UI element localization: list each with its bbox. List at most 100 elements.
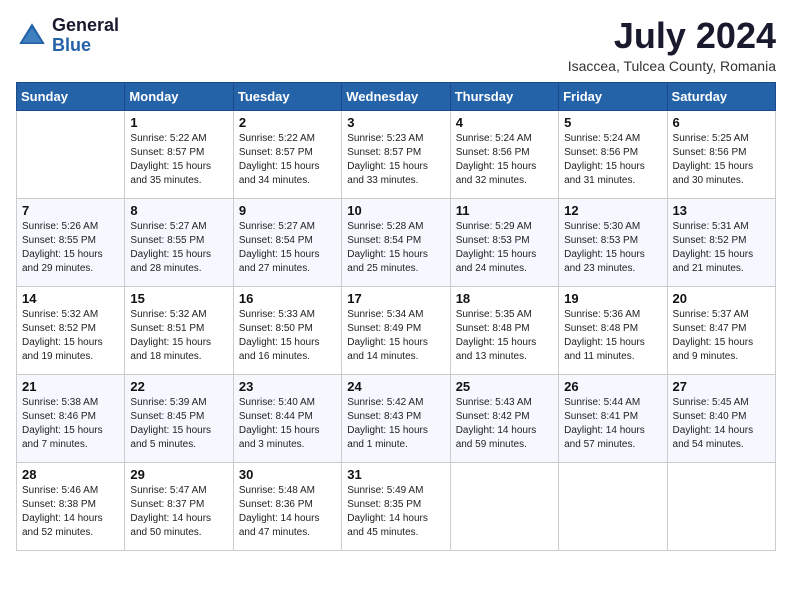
day-info: Sunrise: 5:32 AM Sunset: 8:51 PM Dayligh… (130, 308, 227, 364)
day-info: Sunrise: 5:45 AM Sunset: 8:40 PM Dayligh… (673, 396, 770, 452)
calendar-cell: 12 Sunrise: 5:30 AM Sunset: 8:53 PM Dayli… (559, 198, 667, 286)
day-number: 31 (347, 467, 444, 482)
day-number: 12 (564, 203, 661, 218)
day-info: Sunrise: 5:22 AM Sunset: 8:57 PM Dayligh… (239, 132, 336, 188)
logo-icon (16, 20, 48, 52)
calendar-cell: 29Sunrise: 5:47 AM Sunset: 8:37 PM Dayli… (125, 462, 233, 550)
day-info: Sunrise: 5:26 AM Sunset: 8:55 PM Dayligh… (22, 220, 119, 276)
day-info: Sunrise: 5:22 AM Sunset: 8:57 PM Dayligh… (130, 132, 227, 188)
logo: General Blue (16, 16, 119, 56)
calendar-cell (559, 462, 667, 550)
day-info: Sunrise: 5:28 AM Sunset: 8:54 PM Dayligh… (347, 220, 444, 276)
day-number: 24 (347, 379, 444, 394)
day-info: Sunrise: 5:25 AM Sunset: 8:56 PM Dayligh… (673, 132, 770, 188)
day-number: 18 (456, 291, 553, 306)
calendar-cell: 9 Sunrise: 5:27 AM Sunset: 8:54 PM Daylig… (233, 198, 341, 286)
calendar-header-row: SundayMondayTuesdayWednesdayThursdayFrid… (17, 82, 776, 110)
calendar-cell (17, 110, 125, 198)
day-number: 23 (239, 379, 336, 394)
calendar-cell: 7 Sunrise: 5:26 AM Sunset: 8:55 PM Daylig… (17, 198, 125, 286)
calendar-cell: 3Sunrise: 5:23 AM Sunset: 8:57 PM Daylig… (342, 110, 450, 198)
calendar-cell: 27 Sunrise: 5:45 AM Sunset: 8:40 PM Dayli… (667, 374, 775, 462)
day-info: Sunrise: 5:44 AM Sunset: 8:41 PM Dayligh… (564, 396, 661, 452)
day-info: Sunrise: 5:43 AM Sunset: 8:42 PM Dayligh… (456, 396, 553, 452)
calendar-header-monday: Monday (125, 82, 233, 110)
day-info: Sunrise: 5:37 AM Sunset: 8:47 PM Dayligh… (673, 308, 770, 364)
calendar-cell: 10 Sunrise: 5:28 AM Sunset: 8:54 PM Dayli… (342, 198, 450, 286)
day-info: Sunrise: 5:49 AM Sunset: 8:35 PM Dayligh… (347, 484, 444, 540)
day-info: Sunrise: 5:31 AM Sunset: 8:52 PM Dayligh… (673, 220, 770, 276)
calendar-header-sunday: Sunday (17, 82, 125, 110)
day-number: 30 (239, 467, 336, 482)
day-number: 21 (22, 379, 119, 394)
day-number: 14 (22, 291, 119, 306)
day-info: Sunrise: 5:40 AM Sunset: 8:44 PM Dayligh… (239, 396, 336, 452)
day-number: 7 (22, 203, 119, 218)
calendar-week-row: 7 Sunrise: 5:26 AM Sunset: 8:55 PM Daylig… (17, 198, 776, 286)
title-block: July 2024 Isaccea, Tulcea County, Romani… (568, 16, 776, 74)
calendar-cell (450, 462, 558, 550)
day-info: Sunrise: 5:24 AM Sunset: 8:56 PM Dayligh… (456, 132, 553, 188)
day-number: 2 (239, 115, 336, 130)
calendar-cell (667, 462, 775, 550)
day-number: 11 (456, 203, 553, 218)
calendar-cell: 31 Sunrise: 5:49 AM Sunset: 8:35 PM Dayli… (342, 462, 450, 550)
logo-general: General (52, 16, 119, 36)
day-number: 5 (564, 115, 661, 130)
day-info: Sunrise: 5:23 AM Sunset: 8:57 PM Dayligh… (347, 132, 444, 188)
calendar-cell: 1 Sunrise: 5:22 AM Sunset: 8:57 PM Daylig… (125, 110, 233, 198)
day-number: 27 (673, 379, 770, 394)
month-title: July 2024 (568, 16, 776, 56)
location: Isaccea, Tulcea County, Romania (568, 58, 776, 74)
day-info: Sunrise: 5:30 AM Sunset: 8:53 PM Dayligh… (564, 220, 661, 276)
day-info: Sunrise: 5:46 AM Sunset: 8:38 PM Dayligh… (22, 484, 119, 540)
day-number: 20 (673, 291, 770, 306)
day-number: 28 (22, 467, 119, 482)
logo-blue: Blue (52, 36, 119, 56)
calendar-cell: 13Sunrise: 5:31 AM Sunset: 8:52 PM Dayli… (667, 198, 775, 286)
day-number: 26 (564, 379, 661, 394)
day-info: Sunrise: 5:34 AM Sunset: 8:49 PM Dayligh… (347, 308, 444, 364)
calendar-cell: 14 Sunrise: 5:32 AM Sunset: 8:52 PM Dayli… (17, 286, 125, 374)
calendar-header-tuesday: Tuesday (233, 82, 341, 110)
day-info: Sunrise: 5:27 AM Sunset: 8:55 PM Dayligh… (130, 220, 227, 276)
calendar-cell: 24Sunrise: 5:42 AM Sunset: 8:43 PM Dayli… (342, 374, 450, 462)
day-number: 22 (130, 379, 227, 394)
day-number: 4 (456, 115, 553, 130)
calendar-cell: 21Sunrise: 5:38 AM Sunset: 8:46 PM Dayli… (17, 374, 125, 462)
day-info: Sunrise: 5:27 AM Sunset: 8:54 PM Dayligh… (239, 220, 336, 276)
calendar-cell: 8 Sunrise: 5:27 AM Sunset: 8:55 PM Daylig… (125, 198, 233, 286)
logo-text: General Blue (52, 16, 119, 56)
calendar-header-friday: Friday (559, 82, 667, 110)
calendar-cell: 20 Sunrise: 5:37 AM Sunset: 8:47 PM Dayli… (667, 286, 775, 374)
day-info: Sunrise: 5:24 AM Sunset: 8:56 PM Dayligh… (564, 132, 661, 188)
day-info: Sunrise: 5:48 AM Sunset: 8:36 PM Dayligh… (239, 484, 336, 540)
calendar-cell: 26 Sunrise: 5:44 AM Sunset: 8:41 PM Dayli… (559, 374, 667, 462)
day-number: 1 (130, 115, 227, 130)
day-number: 15 (130, 291, 227, 306)
calendar-cell: 5 Sunrise: 5:24 AM Sunset: 8:56 PM Daylig… (559, 110, 667, 198)
calendar-week-row: 14 Sunrise: 5:32 AM Sunset: 8:52 PM Dayli… (17, 286, 776, 374)
day-number: 25 (456, 379, 553, 394)
day-number: 9 (239, 203, 336, 218)
day-info: Sunrise: 5:36 AM Sunset: 8:48 PM Dayligh… (564, 308, 661, 364)
calendar-cell: 11 Sunrise: 5:29 AM Sunset: 8:53 PM Dayli… (450, 198, 558, 286)
calendar-cell: 30 Sunrise: 5:48 AM Sunset: 8:36 PM Dayli… (233, 462, 341, 550)
calendar-cell: 6Sunrise: 5:25 AM Sunset: 8:56 PM Daylig… (667, 110, 775, 198)
calendar-header-saturday: Saturday (667, 82, 775, 110)
calendar-cell: 19Sunrise: 5:36 AM Sunset: 8:48 PM Dayli… (559, 286, 667, 374)
calendar-week-row: 28 Sunrise: 5:46 AM Sunset: 8:38 PM Dayli… (17, 462, 776, 550)
day-info: Sunrise: 5:47 AM Sunset: 8:37 PM Dayligh… (130, 484, 227, 540)
day-info: Sunrise: 5:29 AM Sunset: 8:53 PM Dayligh… (456, 220, 553, 276)
day-number: 8 (130, 203, 227, 218)
day-number: 17 (347, 291, 444, 306)
calendar-cell: 22 Sunrise: 5:39 AM Sunset: 8:45 PM Dayli… (125, 374, 233, 462)
day-info: Sunrise: 5:32 AM Sunset: 8:52 PM Dayligh… (22, 308, 119, 364)
day-info: Sunrise: 5:39 AM Sunset: 8:45 PM Dayligh… (130, 396, 227, 452)
calendar-cell: 25 Sunrise: 5:43 AM Sunset: 8:42 PM Dayli… (450, 374, 558, 462)
calendar-cell: 16Sunrise: 5:33 AM Sunset: 8:50 PM Dayli… (233, 286, 341, 374)
calendar-week-row: 21Sunrise: 5:38 AM Sunset: 8:46 PM Dayli… (17, 374, 776, 462)
calendar-cell: 15 Sunrise: 5:32 AM Sunset: 8:51 PM Dayli… (125, 286, 233, 374)
day-number: 10 (347, 203, 444, 218)
calendar-table: SundayMondayTuesdayWednesdayThursdayFrid… (16, 82, 776, 551)
